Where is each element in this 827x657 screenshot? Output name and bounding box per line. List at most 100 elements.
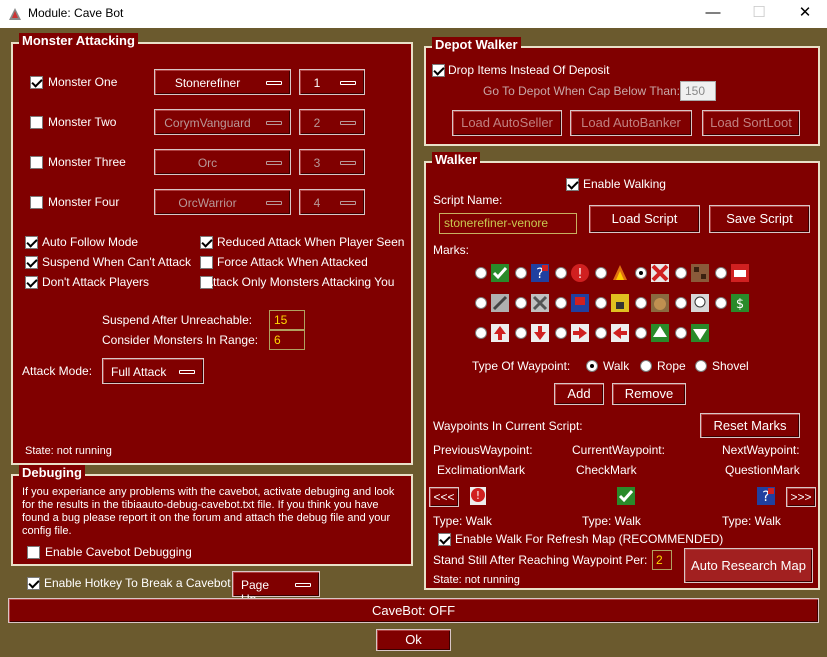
force-attack-checkbox[interactable] — [200, 256, 213, 269]
monster-one-checkbox[interactable] — [30, 76, 43, 89]
add-waypoint-button[interactable]: Add — [554, 383, 604, 405]
fire-mark-icon[interactable] — [610, 263, 630, 283]
close-icon[interactable]: ✕ — [782, 0, 827, 28]
svg-text:!: ! — [577, 267, 582, 282]
monster-four-value: OrcWarrior — [178, 196, 237, 210]
mark-radio[interactable] — [715, 297, 727, 309]
mark-radio[interactable] — [475, 327, 487, 339]
attack-mode-dropdown[interactable]: Full Attack — [102, 358, 204, 384]
monster-four-priority-dropdown[interactable]: 4 — [299, 189, 365, 215]
auto-follow-checkbox[interactable] — [25, 236, 38, 249]
drop-items-checkbox[interactable] — [432, 64, 445, 77]
mark-radio[interactable] — [555, 267, 567, 279]
dont-attack-players-label: Don't Attack Players — [42, 275, 150, 289]
script-name-input[interactable]: stonerefiner-venore — [439, 213, 577, 234]
arrow-left-red-mark-icon[interactable] — [610, 323, 630, 343]
current-waypoint-label: CurrentWaypoint: — [572, 443, 665, 457]
monster-three-priority-dropdown[interactable]: 3 — [299, 149, 365, 175]
cavebot-status-bar[interactable]: CaveBot: OFF — [8, 598, 819, 623]
mark-radio[interactable] — [675, 297, 687, 309]
question-mark-icon[interactable]: ? — [530, 263, 550, 283]
suspend-unreachable-input[interactable]: 15 — [269, 310, 305, 330]
reduced-attack-checkbox[interactable] — [200, 236, 213, 249]
mark-radio[interactable] — [635, 297, 647, 309]
mark-radio[interactable] — [475, 267, 487, 279]
app-icon — [9, 8, 21, 20]
mark-radio[interactable] — [595, 327, 607, 339]
arrow-down-red-mark-icon[interactable] — [530, 323, 550, 343]
ok-button[interactable]: Ok — [376, 629, 451, 651]
mark-radio[interactable] — [555, 327, 567, 339]
mark-radio-selected[interactable] — [635, 267, 647, 279]
reduced-attack-label: Reduced Attack When Player Seen — [217, 235, 405, 249]
arrow-up-red-mark-icon[interactable] — [490, 323, 510, 343]
monster-two-checkbox[interactable] — [30, 116, 43, 129]
monster-two-dropdown[interactable]: CorymVanguard — [154, 109, 291, 135]
sword-mark-icon[interactable] — [490, 293, 510, 313]
mark-radio[interactable] — [595, 267, 607, 279]
walk-refresh-checkbox[interactable] — [438, 533, 451, 546]
next-waypoint-button[interactable]: >>> — [786, 487, 816, 507]
enable-debugging-checkbox[interactable] — [27, 546, 40, 559]
waypoint-walk-radio[interactable] — [586, 360, 598, 372]
suspend-cant-attack-checkbox[interactable] — [25, 256, 38, 269]
mark-radio[interactable] — [595, 297, 607, 309]
mark-radio[interactable] — [715, 267, 727, 279]
dont-attack-players-checkbox[interactable] — [25, 276, 38, 289]
axe-mark-icon[interactable] — [530, 293, 550, 313]
lock-mark-icon[interactable] — [610, 293, 630, 313]
auto-research-map-button[interactable]: Auto Research Map — [684, 548, 813, 583]
go-to-depot-input[interactable]: 150 — [680, 81, 716, 101]
save-script-button[interactable]: Save Script — [709, 205, 810, 233]
maximize-icon[interactable]: ☐ — [736, 0, 782, 28]
waypoint-shovel-radio[interactable] — [695, 360, 707, 372]
dropdown-arrow-icon — [295, 583, 311, 587]
skull-mark-icon[interactable] — [730, 263, 750, 283]
monster-four-checkbox[interactable] — [30, 196, 43, 209]
consider-range-input[interactable]: 6 — [269, 330, 305, 350]
enable-walking-checkbox[interactable] — [566, 178, 579, 191]
hotkey-dropdown[interactable]: Page Up — [232, 571, 320, 606]
waypoints-label: Waypoints In Current Script: — [433, 419, 583, 433]
monster-two-priority-dropdown[interactable]: 2 — [299, 109, 365, 135]
dollar-mark-icon[interactable]: $ — [730, 293, 750, 313]
next-waypoint-label: NextWaypoint: — [722, 443, 800, 457]
mark-radio[interactable] — [515, 267, 527, 279]
mark-radio[interactable] — [635, 327, 647, 339]
waypoint-shovel-label: Shovel — [712, 359, 749, 373]
reset-marks-button[interactable]: Reset Marks — [700, 413, 800, 438]
mark-radio[interactable] — [515, 327, 527, 339]
monster-one-priority-dropdown[interactable]: 1 — [299, 69, 365, 95]
mark-radio[interactable] — [675, 327, 687, 339]
skull-white-mark-icon[interactable] — [690, 293, 710, 313]
monster-four-dropdown[interactable]: OrcWarrior — [154, 189, 291, 215]
brick-mark-icon[interactable] — [690, 263, 710, 283]
previous-waypoint-button[interactable]: <<< — [429, 487, 459, 507]
bag-mark-icon[interactable] — [650, 293, 670, 313]
load-autobanker-button[interactable]: Load AutoBanker — [570, 110, 692, 136]
mark-radio[interactable] — [555, 297, 567, 309]
arrow-up-green-mark-icon[interactable] — [650, 323, 670, 343]
waypoint-rope-radio[interactable] — [640, 360, 652, 372]
remove-waypoint-button[interactable]: Remove — [612, 383, 686, 405]
previous-waypoint-type: Type: Walk — [433, 514, 492, 528]
minimize-icon[interactable]: — — [690, 0, 736, 28]
cross-mark-icon[interactable] — [650, 263, 670, 283]
load-sortloot-button[interactable]: Load SortLoot — [702, 110, 800, 136]
dropdown-arrow-icon — [340, 161, 356, 165]
stand-still-input[interactable]: 2 — [652, 550, 672, 570]
load-autoseller-button[interactable]: Load AutoSeller — [452, 110, 562, 136]
mark-radio[interactable] — [675, 267, 687, 279]
mark-radio[interactable] — [475, 297, 487, 309]
checkmark-icon[interactable] — [490, 263, 510, 283]
exclamation-mark-icon[interactable]: ! — [570, 263, 590, 283]
monster-three-dropdown[interactable]: Orc — [154, 149, 291, 175]
load-script-button[interactable]: Load Script — [589, 205, 700, 233]
monster-one-dropdown[interactable]: Stonerefiner — [154, 69, 291, 95]
mark-radio[interactable] — [515, 297, 527, 309]
monster-three-checkbox[interactable] — [30, 156, 43, 169]
hotkey-checkbox[interactable] — [27, 577, 40, 590]
flag-mark-icon[interactable] — [570, 293, 590, 313]
arrow-down-green-mark-icon[interactable] — [690, 323, 710, 343]
arrow-right-red-mark-icon[interactable] — [570, 323, 590, 343]
